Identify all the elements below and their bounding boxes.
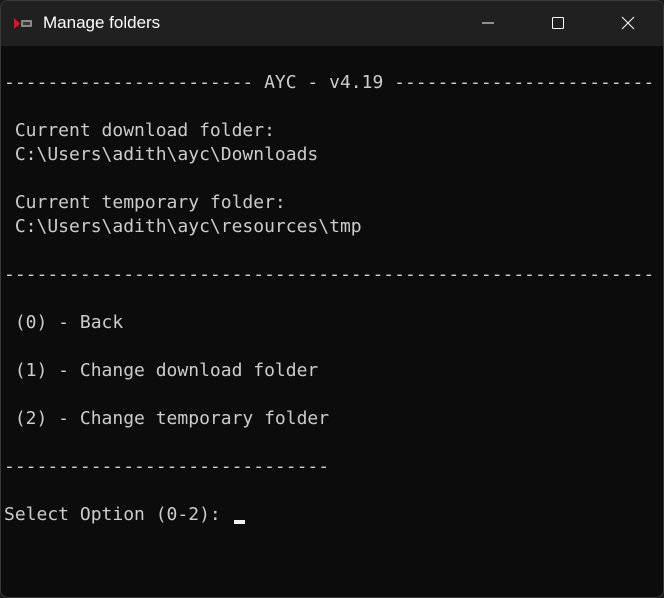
temp-folder-label: Current temporary folder:: [4, 192, 286, 213]
scrollbar[interactable]: [657, 46, 663, 597]
download-folder-path: C:\Users\adith\ayc\Downloads: [4, 144, 319, 165]
temp-folder-path: C:\Users\adith\ayc\resources\tmp: [4, 216, 362, 237]
input-prompt: Select Option (0-2):: [4, 504, 232, 525]
text-cursor[interactable]: [234, 520, 245, 524]
window-title: Manage folders: [43, 13, 161, 32]
minimize-button[interactable]: [453, 1, 523, 46]
option-change-temp: (2) - Change temporary folder: [4, 408, 330, 429]
console-output[interactable]: ----------------------- AYC - v4.19 ----…: [1, 46, 657, 597]
header-line: ----------------------- AYC - v4.19 ----…: [4, 72, 657, 93]
short-separator-line: ------------------------------: [4, 456, 330, 477]
option-change-download: (1) - Change download folder: [4, 360, 319, 381]
maximize-button[interactable]: [523, 1, 593, 46]
title-bar[interactable]: Manage folders: [1, 1, 663, 46]
close-icon: [621, 16, 635, 30]
option-back: (0) - Back: [4, 312, 124, 333]
download-folder-label: Current download folder:: [4, 120, 275, 141]
close-button[interactable]: [593, 1, 663, 46]
separator-line: ----------------------------------------…: [4, 264, 657, 285]
youtube-play-icon: [14, 18, 32, 29]
minimize-icon: [482, 22, 494, 24]
maximize-icon: [552, 17, 564, 29]
terminal-window: Manage folders ----------------------- A…: [0, 0, 664, 598]
